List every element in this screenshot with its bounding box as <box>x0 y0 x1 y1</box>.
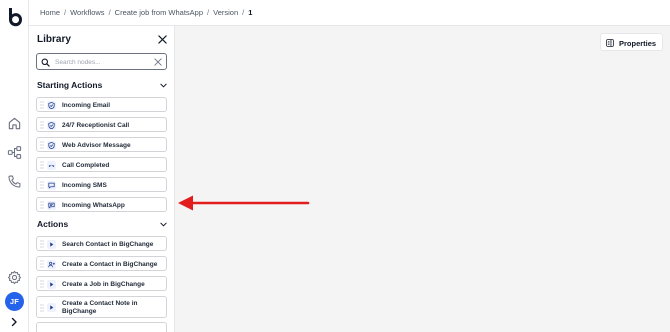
close-icon[interactable] <box>158 35 167 44</box>
phone-icon[interactable] <box>7 174 22 189</box>
node-create-contact[interactable]: Create a Contact in BigChange <box>36 256 167 271</box>
shield-check-icon <box>47 140 56 150</box>
node-label: Create a Job in BigChange <box>62 280 145 288</box>
properties-button[interactable]: Properties <box>600 33 663 51</box>
library-title: Library <box>37 34 71 45</box>
node-label: Web Advisor Message <box>62 141 131 149</box>
chevron-right-icon[interactable] <box>8 316 20 328</box>
node-call-completed[interactable]: Call Completed <box>36 157 167 172</box>
node-label: Create a Contact Note in BigChange <box>62 299 138 316</box>
message-text-icon <box>47 200 56 210</box>
node-label: 24/7 Receptionist Call <box>62 121 130 129</box>
node-label: Incoming Email <box>62 101 111 109</box>
play-icon <box>47 303 56 312</box>
drag-handle-icon[interactable] <box>40 201 44 209</box>
user-plus-icon <box>47 259 56 269</box>
drag-handle-icon[interactable] <box>40 121 44 129</box>
node-incoming-sms[interactable]: Incoming SMS <box>36 177 167 192</box>
drag-handle-icon[interactable] <box>40 141 44 149</box>
drag-handle-icon[interactable] <box>40 280 44 288</box>
brand-logo[interactable] <box>6 7 24 27</box>
breadcrumb-home[interactable]: Home <box>40 8 60 17</box>
node-label: Incoming WhatsApp <box>62 201 125 209</box>
top-bar: Home / Workflows / Create job from WhatsApp /… <box>29 0 670 26</box>
breadcrumb-version[interactable]: Version <box>213 8 238 17</box>
breadcrumb: Home / Workflows / Create job from WhatsApp /… <box>40 8 252 17</box>
chevron-down-icon <box>160 222 167 227</box>
breadcrumb-separator: / <box>64 8 67 17</box>
node-search-contact[interactable]: Search Contact in BigChange <box>36 236 167 251</box>
play-icon <box>47 239 56 249</box>
workflows-icon[interactable] <box>7 145 22 160</box>
drag-handle-icon[interactable] <box>40 161 44 169</box>
panel-right-icon <box>606 38 614 47</box>
user-avatar[interactable]: JF <box>5 292 24 311</box>
shield-check-icon <box>47 100 56 110</box>
section-title: Starting Actions <box>37 80 103 90</box>
breadcrumb-separator: / <box>108 8 111 17</box>
breadcrumb-current-version: 1 <box>248 8 253 17</box>
home-icon[interactable] <box>7 116 22 131</box>
section-actions[interactable]: Actions <box>37 219 168 231</box>
search-nodes-input[interactable] <box>55 56 150 68</box>
node-next-partial[interactable] <box>36 322 167 332</box>
node-label: Call Completed <box>62 161 110 169</box>
play-icon <box>47 279 56 289</box>
node-incoming-email[interactable]: Incoming Email <box>36 97 167 112</box>
node-label: Create a Contact in BigChange <box>62 260 158 268</box>
breadcrumb-separator: / <box>242 8 245 17</box>
search-box <box>36 53 167 70</box>
node-create-job[interactable]: Create a Job in BigChange <box>36 276 167 291</box>
drag-handle-icon[interactable] <box>40 240 44 248</box>
annotation-arrow-icon <box>178 195 310 211</box>
drag-handle-icon[interactable] <box>40 260 44 268</box>
chevron-down-icon <box>160 83 167 88</box>
drag-handle-icon[interactable] <box>40 303 44 312</box>
properties-label: Properties <box>619 38 657 48</box>
node-label: Incoming SMS <box>62 181 107 189</box>
drag-handle-icon[interactable] <box>40 101 44 109</box>
clear-search-icon[interactable] <box>154 58 162 66</box>
message-square-icon <box>47 180 56 190</box>
node-create-contact-note[interactable]: Create a Contact Note in BigChange <box>36 296 167 318</box>
drag-handle-icon[interactable] <box>40 181 44 189</box>
breadcrumb-workflow-name[interactable]: Create job from WhatsApp <box>115 8 203 17</box>
settings-gear-icon[interactable] <box>7 270 22 285</box>
node-receptionist-call[interactable]: 24/7 Receptionist Call <box>36 117 167 132</box>
app-rail: JF <box>0 0 29 332</box>
workflow-canvas[interactable] <box>175 26 670 332</box>
breadcrumb-workflows[interactable]: Workflows <box>70 8 104 17</box>
library-panel: Library Starting Actions Incoming Email … <box>29 26 175 332</box>
breadcrumb-separator: / <box>207 8 210 17</box>
search-icon <box>41 58 50 67</box>
node-web-advisor-message[interactable]: Web Advisor Message <box>36 137 167 152</box>
shield-check-icon <box>47 120 56 130</box>
section-starting-actions[interactable]: Starting Actions <box>37 80 168 92</box>
node-incoming-whatsapp[interactable]: Incoming WhatsApp <box>36 197 167 212</box>
phone-hangup-icon <box>47 160 56 170</box>
section-title: Actions <box>37 219 69 229</box>
node-label: Search Contact in BigChange <box>62 240 154 248</box>
